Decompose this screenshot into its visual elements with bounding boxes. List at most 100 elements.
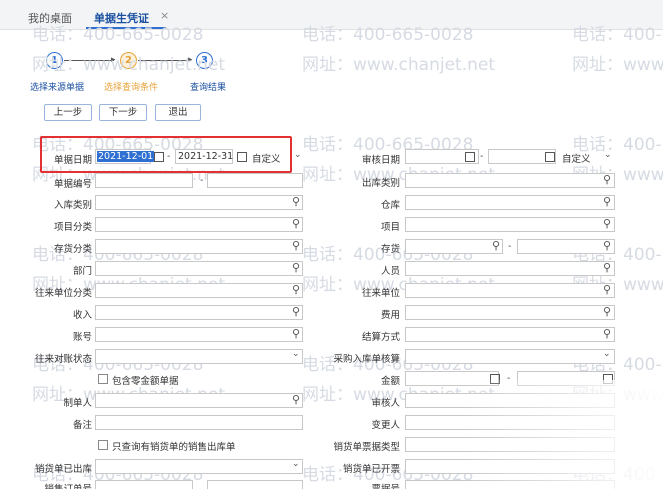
item-category-input[interactable]	[95, 217, 303, 232]
watermark-site: 网址：www.chanjet.net	[572, 55, 663, 75]
chevron-down-icon[interactable]: ⌄	[603, 349, 611, 359]
search-icon[interactable]: ⚲	[290, 240, 302, 252]
step-3-label: 查询结果	[190, 83, 227, 93]
partner-input[interactable]	[405, 283, 615, 298]
step-1-icon: 1	[46, 52, 63, 69]
search-icon[interactable]: ⚲	[290, 196, 302, 208]
amount-to-input[interactable]	[517, 371, 615, 386]
amount-label: 金额	[380, 376, 400, 387]
expense-label: 费用	[380, 310, 400, 321]
settle-method-input[interactable]	[405, 327, 615, 342]
inventory-category-label: 存货分类	[53, 244, 92, 255]
account-input[interactable]	[95, 327, 303, 342]
search-icon[interactable]: ⚲	[290, 262, 302, 274]
person-label: 人员	[380, 266, 400, 277]
search-icon[interactable]: ⚲	[601, 328, 613, 340]
step-2-icon: 2	[120, 52, 137, 69]
item-label: 项目	[380, 222, 400, 233]
step-connector	[64, 60, 114, 61]
sales-invoiced-label: 销货单已开票	[342, 464, 400, 475]
search-icon[interactable]: ⚲	[290, 284, 302, 296]
doc-no-to-input[interactable]	[207, 173, 303, 188]
tab-doc-to-voucher[interactable]: 单据生凭证	[94, 10, 149, 26]
search-icon[interactable]: ⚲	[290, 394, 302, 406]
search-icon[interactable]: ⚲	[601, 262, 613, 274]
expense-input[interactable]	[405, 305, 615, 320]
exit-button[interactable]: 退出	[155, 104, 201, 121]
chevron-down-icon[interactable]: ⌄	[604, 150, 612, 160]
purchase-in-settle-select[interactable]	[405, 349, 615, 364]
partner-label: 往来单位	[361, 288, 400, 299]
only-sales-out-checkbox[interactable]	[98, 440, 108, 450]
search-icon[interactable]: ⚲	[601, 196, 613, 208]
purchase-in-settle-label: 采购入库单核算	[333, 354, 400, 365]
partner-category-input[interactable]	[95, 283, 303, 298]
calculator-icon[interactable]	[490, 374, 500, 384]
search-icon[interactable]: ⚲	[290, 218, 302, 230]
sales-order-to-input[interactable]	[207, 480, 303, 489]
only-sales-out-label: 只查询有销货单的销售出库单	[112, 442, 236, 453]
item-category-label: 项目分类	[53, 222, 92, 233]
in-type-label: 入库类别	[53, 200, 92, 211]
calculator-icon[interactable]	[603, 374, 613, 384]
dept-input[interactable]	[95, 261, 303, 276]
sales-invoice-type-select[interactable]	[405, 437, 615, 452]
tab-bar: 我的桌面 单据生凭证 ×	[0, 0, 663, 30]
audit-date-mode-select[interactable]: 自定义	[562, 151, 591, 165]
chevron-down-icon[interactable]: ⌄	[294, 150, 302, 160]
doc-no-from-input[interactable]	[95, 173, 193, 188]
changer-input[interactable]	[405, 415, 615, 430]
settle-method-label: 结算方式	[361, 332, 400, 343]
in-type-input[interactable]	[95, 195, 303, 210]
out-type-label: 出库类别	[361, 178, 400, 189]
sales-invoiced-select[interactable]	[405, 459, 615, 474]
include-zero-checkbox[interactable]	[98, 374, 108, 384]
search-icon[interactable]: ⚲	[601, 284, 613, 296]
amount-from-input[interactable]	[405, 371, 499, 386]
step-3-icon: 3	[196, 52, 213, 69]
next-button[interactable]: 下一步	[99, 104, 147, 121]
search-icon[interactable]: ⚲	[490, 240, 502, 252]
include-zero-label: 包含零金额单据	[112, 376, 179, 387]
chevron-down-icon[interactable]: ⌄	[292, 459, 300, 469]
active-tab-indicator	[86, 27, 166, 29]
person-input[interactable]	[405, 261, 615, 276]
out-type-input[interactable]	[405, 173, 615, 188]
sales-invoice-type-label: 销货单票据类型	[333, 442, 400, 453]
warehouse-input[interactable]	[405, 195, 615, 210]
sales-order-label: 销售订单号	[20, 481, 92, 489]
calendar-icon[interactable]	[545, 152, 555, 162]
maker-input[interactable]	[95, 393, 303, 408]
step-2-label: 选择查询条件	[104, 83, 159, 93]
voucher-no-input[interactable]	[405, 480, 615, 489]
maker-label: 制单人	[63, 398, 92, 409]
search-icon[interactable]: ⚲	[601, 240, 613, 252]
reconcile-status-label: 往来对账状态	[34, 354, 92, 365]
search-icon[interactable]: ⚲	[290, 328, 302, 340]
search-icon[interactable]: ⚲	[601, 218, 613, 230]
voucher-no-label: 票据号	[348, 481, 400, 489]
prev-button[interactable]: 上一步	[44, 104, 92, 121]
sales-out-label: 销货单已出库	[34, 464, 92, 475]
search-icon[interactable]: ⚲	[601, 174, 613, 186]
sales-order-from-input[interactable]	[95, 480, 193, 489]
reconcile-status-select[interactable]	[95, 349, 303, 364]
sales-out-select[interactable]	[95, 459, 303, 474]
search-icon[interactable]: ⚲	[601, 306, 613, 318]
account-label: 账号	[72, 332, 92, 343]
warehouse-label: 仓库	[380, 200, 400, 211]
inventory-from-input[interactable]	[405, 239, 503, 254]
auditor-input[interactable]	[405, 393, 615, 408]
inventory-category-input[interactable]	[95, 239, 303, 254]
calendar-icon[interactable]	[465, 152, 475, 162]
step-1-label: 选择来源单据	[30, 83, 85, 93]
income-input[interactable]	[95, 305, 303, 320]
close-tab-icon[interactable]: ×	[160, 9, 169, 22]
income-label: 收入	[72, 310, 92, 321]
doc-no-label: 单据编号	[53, 179, 92, 190]
item-input[interactable]	[405, 217, 615, 232]
tab-my-desktop[interactable]: 我的桌面	[28, 10, 72, 26]
search-icon[interactable]: ⚲	[290, 306, 302, 318]
remark-input[interactable]	[95, 415, 303, 430]
chevron-down-icon[interactable]: ⌄	[292, 349, 300, 359]
